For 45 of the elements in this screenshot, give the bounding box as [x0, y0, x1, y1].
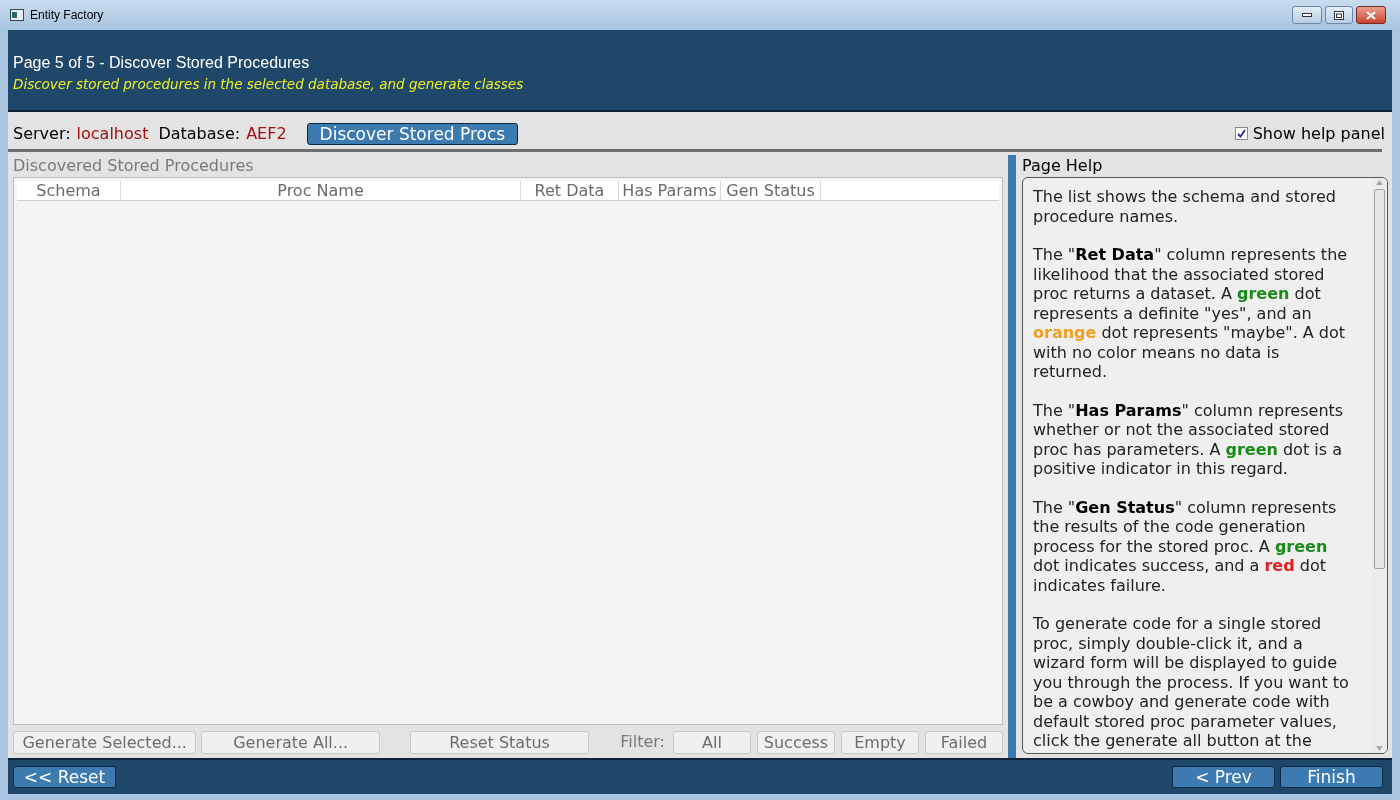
column-header[interactable]: Proc Name [121, 181, 521, 200]
page-subtitle: Discover stored procedures in the selected database, and generate classes [13, 75, 525, 94]
help-paragraph: The list shows the schema and stored procedure names. [1033, 187, 1337, 226]
server-label: Server: [13, 122, 71, 145]
close-icon [1366, 10, 1376, 20]
help-paragraph: The "Ret Data" column represents the likelihood that the associated stored proc returns a dataset. A green dot represents a definite "yes", and an orange dot represents "maybe". A dot with no color means no data is returned. [1033, 245, 1349, 382]
action-button[interactable]: Generate Selected... [13, 730, 197, 754]
action-button[interactable]: Generate All... [201, 730, 380, 754]
prev-button[interactable]: < Prev [1172, 766, 1275, 788]
filter-button[interactable]: All [673, 730, 751, 754]
list-title: Discovered Stored Procedures [13, 155, 255, 177]
page-title: Page 5 of 5 - Discover Stored Procedures [13, 53, 311, 73]
action-button[interactable]: Reset Status [409, 730, 590, 754]
database-label: Database: [158, 122, 241, 145]
checkbox[interactable] [1234, 127, 1248, 140]
server-name: localhost [76, 122, 149, 145]
minimize-icon [1302, 13, 1312, 17]
reset-button[interactable]: << Reset [13, 766, 116, 788]
help-paragraph: The "Has Params" column represents whether or not the associated stored proc has parameters. A green dot is a positive indicator in this regard. [1033, 400, 1345, 479]
show-help-checkbox[interactable]: Show help panel [1234, 121, 1385, 146]
filter-button[interactable]: Success [757, 730, 835, 754]
app-icon [10, 9, 24, 21]
column-header[interactable]: Gen Status [721, 181, 821, 200]
column-header[interactable]: Schema [17, 181, 121, 200]
database-name: AEF2 [246, 122, 287, 145]
window-title: Entity Factory [30, 7, 104, 24]
check-icon [1236, 129, 1246, 138]
filter-button[interactable]: Failed [925, 730, 1003, 754]
scrollbar[interactable] [1372, 178, 1387, 753]
finish-button[interactable]: Finish [1280, 766, 1383, 788]
scroll-down-icon [1376, 746, 1383, 751]
scroll-up-icon [1376, 180, 1383, 185]
help-title: Page Help [1022, 155, 1104, 177]
discover-button[interactable]: Discover Stored Procs [306, 122, 519, 145]
column-header[interactable]: Ret Data [521, 181, 619, 200]
close-button[interactable] [1356, 6, 1386, 24]
maximize-icon [1334, 10, 1344, 20]
minimize-button[interactable] [1292, 6, 1322, 24]
scroll-thumb[interactable] [1374, 189, 1385, 569]
help-paragraph: The "Gen Status" column represents the results of the code generation process for the stored proc. A green dot indicates success, and a red dot indicates failure. [1033, 497, 1338, 595]
filter-label: Filter: [620, 731, 665, 753]
help-paragraph: To generate code for a single stored proc, simply double-click it, and a wizard form will be displayed to guide you through the process. If you want to be a cowboy and generate code with default stored proc parameter values, click the generate all button at the [1033, 614, 1350, 751]
column-header[interactable]: Has Params [619, 181, 721, 200]
filter-button[interactable]: Empty [841, 730, 919, 754]
maximize-button[interactable] [1325, 6, 1353, 24]
